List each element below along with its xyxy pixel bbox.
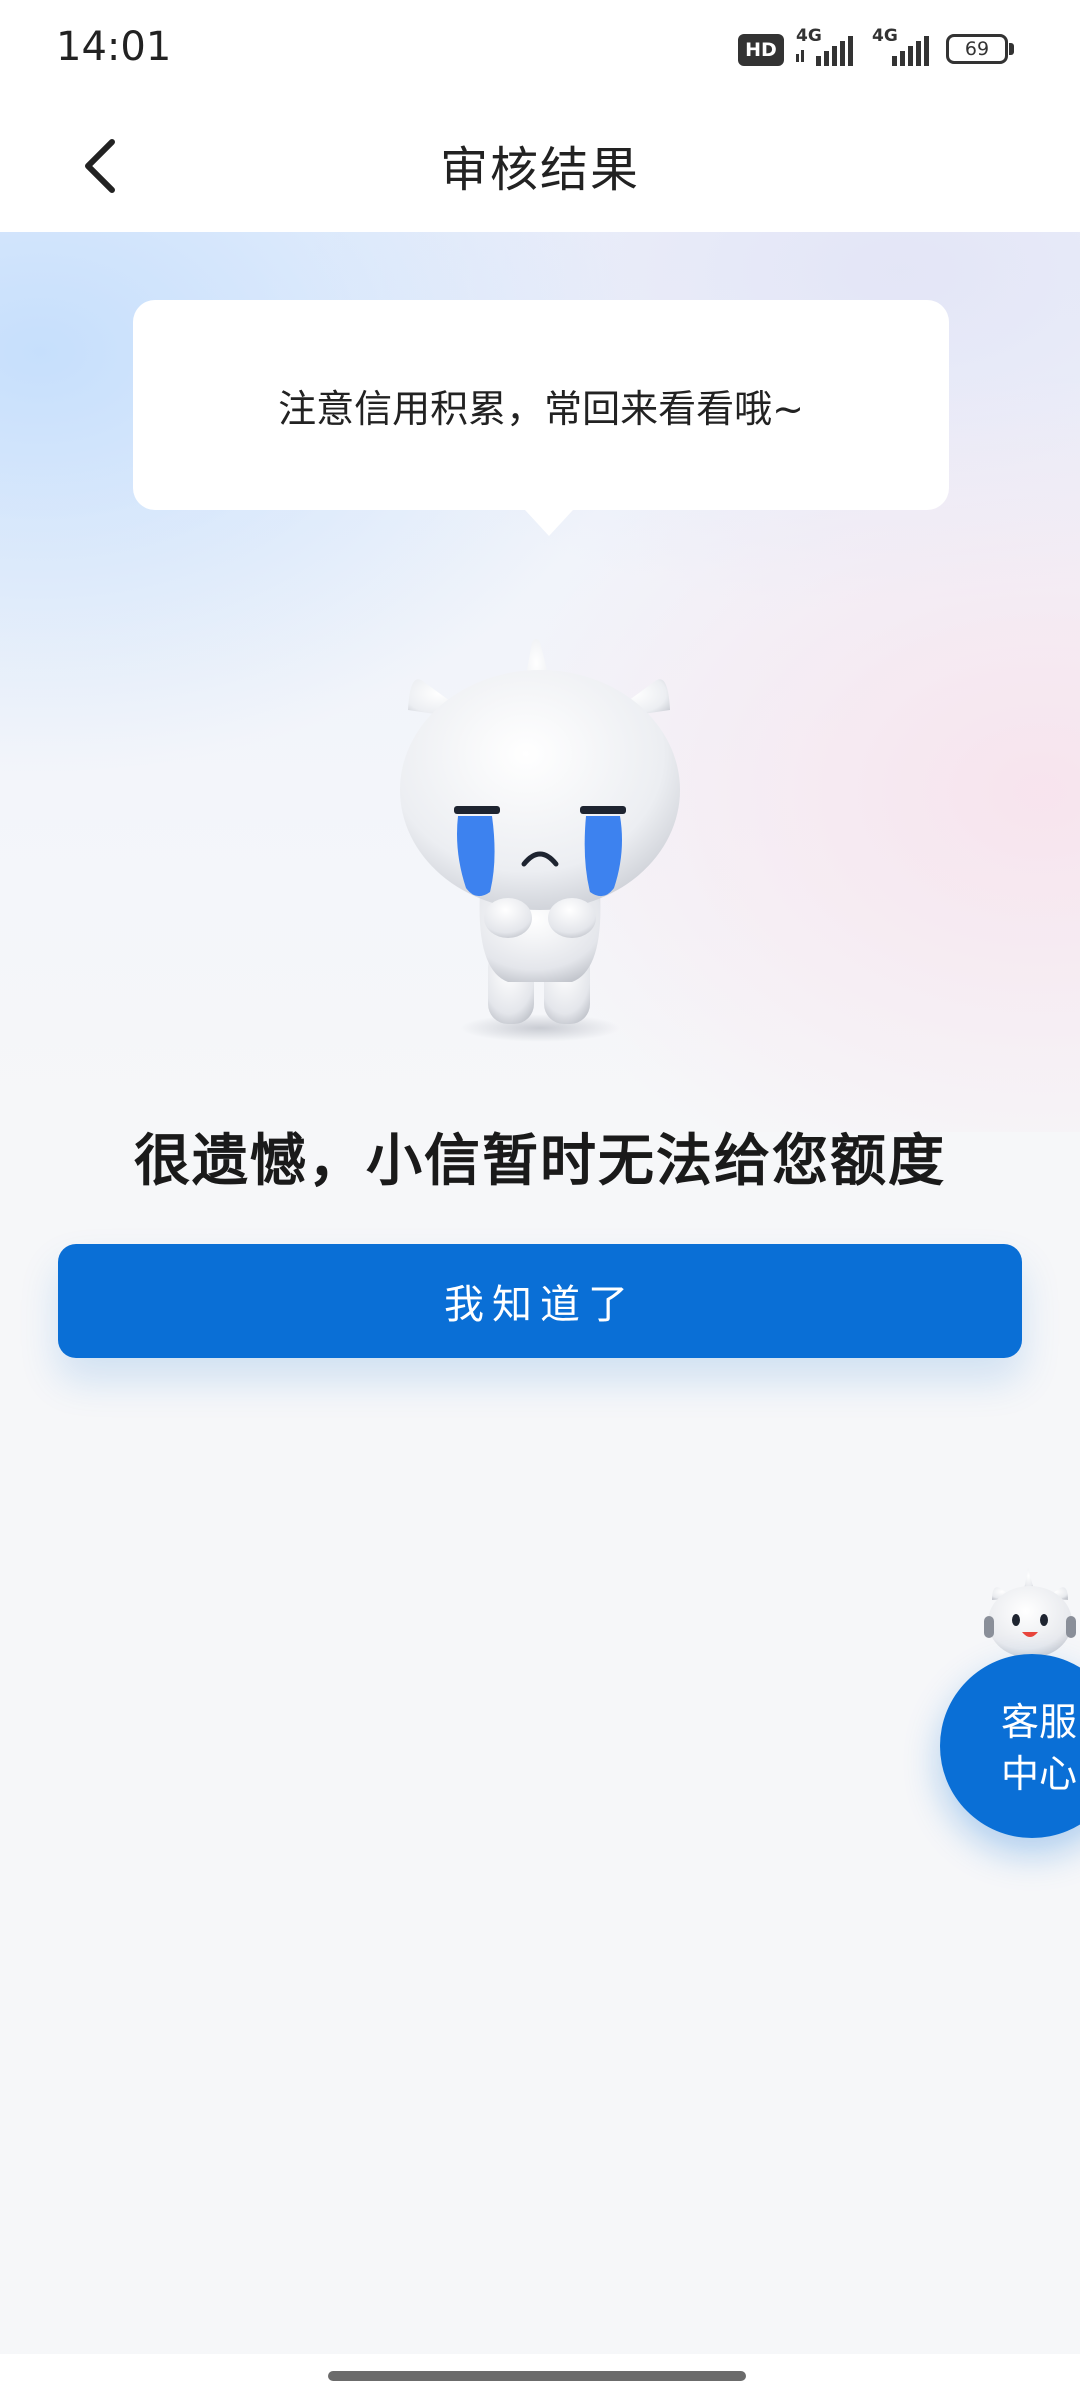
speech-bubble: 注意信用积累，常回来看看哦~: [133, 300, 949, 536]
battery-level: 69: [946, 34, 1008, 64]
page-title: 审核结果: [439, 142, 640, 198]
signal-icon-2: 4G: [870, 26, 936, 70]
home-indicator[interactable]: [328, 2371, 746, 2381]
status-icons: HD 4G 4G 69: [738, 26, 1016, 70]
status-bar: 14:01 HD 4G 4G 69: [0, 0, 1080, 100]
customer-service-label-line1: 客服: [1000, 1700, 1077, 1744]
result-title: 很遗憾，小信暂时无法给您额度: [134, 1129, 946, 1194]
battery-icon: 69: [946, 34, 1016, 66]
signal-icon-1: 4G: [794, 26, 860, 70]
status-time: 14:01: [56, 24, 172, 70]
battery-tip: [1009, 43, 1014, 55]
speech-bubble-text: 注意信用积累，常回来看看哦~: [278, 386, 804, 431]
crying-mascot-illustration: [400, 639, 680, 1042]
customer-service-mascot-icon: [984, 1568, 1076, 1658]
customer-service-label-line2: 中心: [1000, 1752, 1077, 1796]
customer-service-button[interactable]: 客服 中心: [940, 1654, 1080, 1838]
hd-icon: HD: [738, 34, 784, 66]
confirm-button[interactable]: 我知道了: [58, 1244, 1022, 1358]
customer-service-label: 客服 中心: [984, 1696, 1080, 1800]
nav-bar: 审核结果: [0, 100, 1080, 232]
screen: 14:01 HD 4G 4G 69 审核结果 注意信用积累，常回来看看哦~ 很遗…: [0, 0, 1080, 2400]
